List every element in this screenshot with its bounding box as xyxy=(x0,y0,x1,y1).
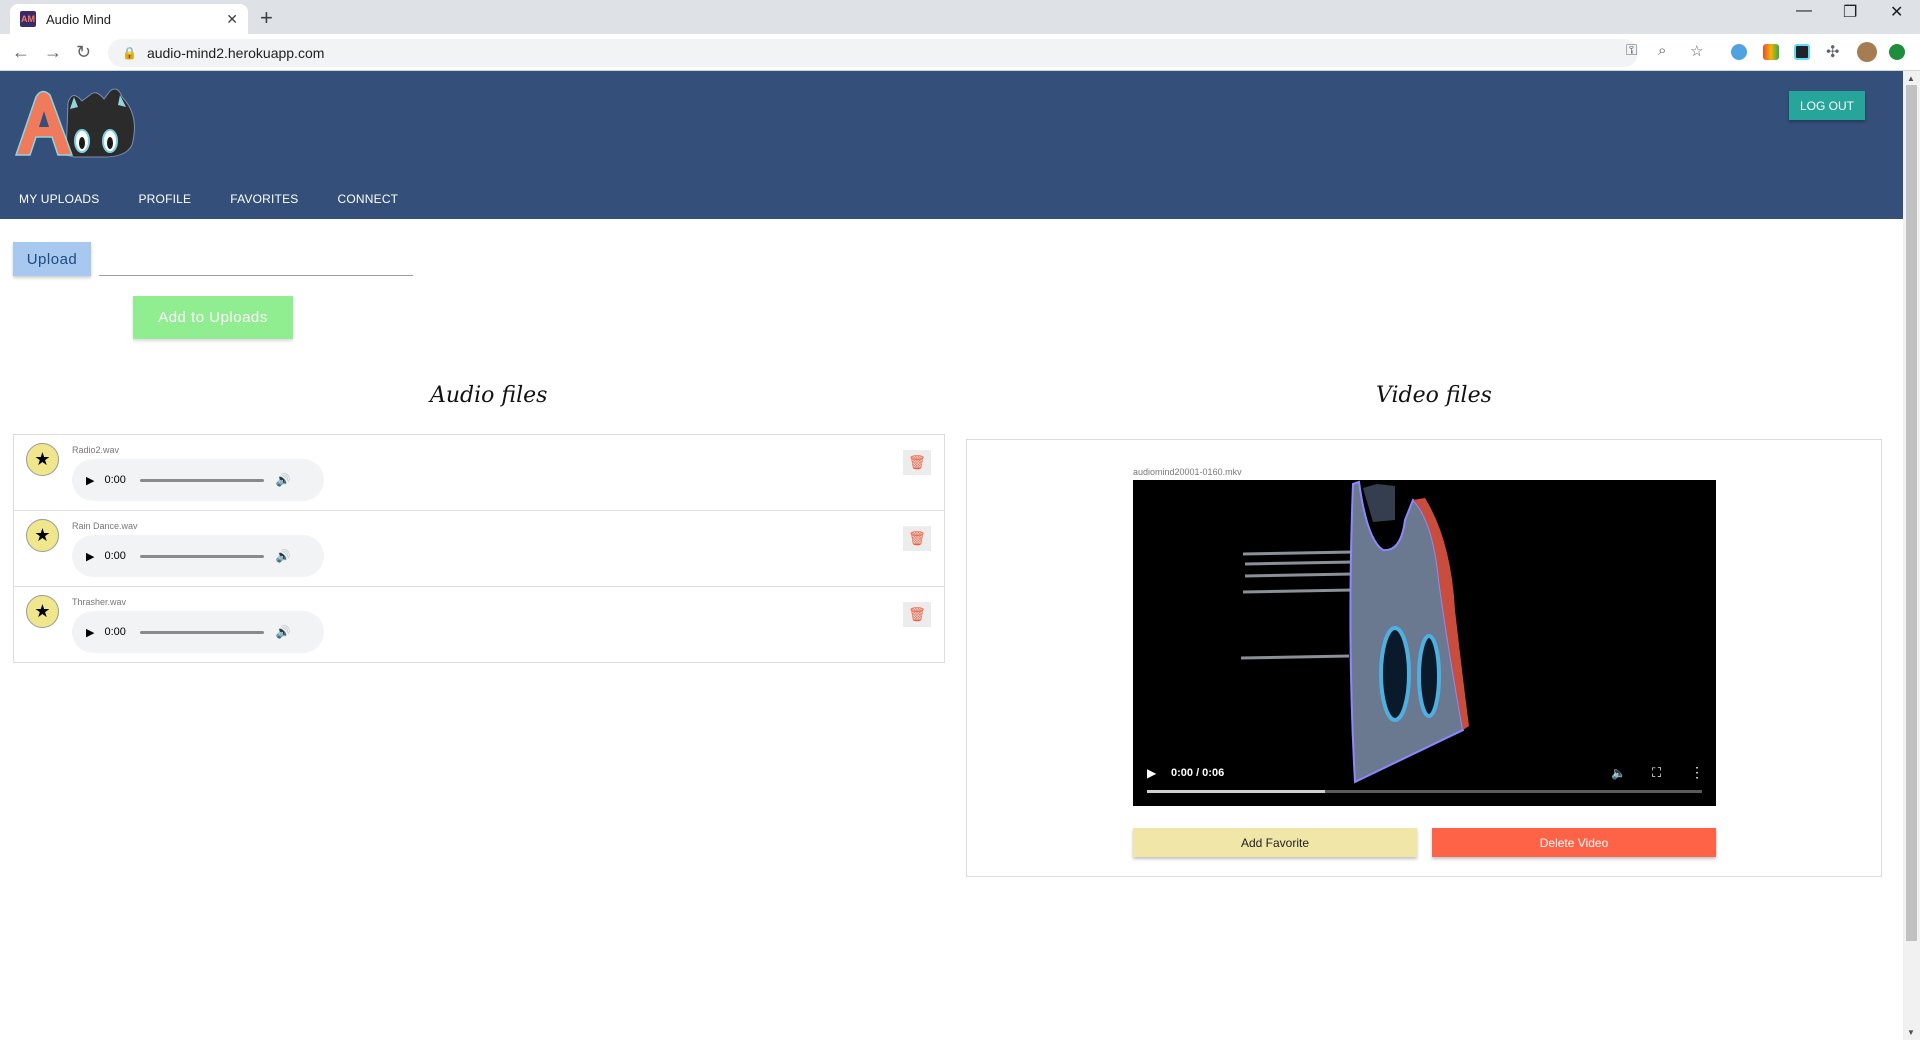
video-controls: ▶ 0:00 / 0:06 🔈 ⛶ ⋮ xyxy=(1133,756,1716,806)
audio-mind-logo[interactable] xyxy=(14,85,142,159)
video-play-icon[interactable]: ▶ xyxy=(1147,766,1156,780)
video-mute-icon[interactable]: 🔈 xyxy=(1611,766,1626,780)
reload-icon[interactable]: ↻ xyxy=(76,42,91,63)
upload-file-button[interactable]: Upload xyxy=(13,242,91,276)
tab-close-icon[interactable]: ✕ xyxy=(226,11,238,28)
video-files-heading: Video files xyxy=(1376,383,1492,408)
trash-icon: 🗑 xyxy=(908,454,926,470)
nav-connect[interactable]: CONNECT xyxy=(337,192,398,206)
favorite-star-button[interactable]: ★ xyxy=(26,443,59,476)
app-header: LOG OUT MY UPLOADS PROFILE FAVORITES CON… xyxy=(0,71,1903,219)
profile-avatar[interactable] xyxy=(1857,42,1877,62)
audio-seek-bar[interactable] xyxy=(139,478,264,482)
browser-tab[interactable]: AM Audio Mind ✕ xyxy=(10,4,248,34)
forward-icon[interactable]: → xyxy=(44,42,62,63)
audio-file-name: Radio2.wav xyxy=(72,445,120,455)
favicon-icon: AM xyxy=(20,11,36,27)
scroll-up-icon[interactable]: ▲ xyxy=(1907,74,1915,83)
scrollbar-thumb[interactable] xyxy=(1906,85,1917,941)
url-text: audio-mind2.herokuapp.com xyxy=(146,45,325,61)
restore-button[interactable]: ❐ xyxy=(1843,2,1857,22)
audio-files-heading: Audio files xyxy=(430,383,548,408)
back-icon[interactable]: ← xyxy=(12,42,30,63)
video-buffer-fill xyxy=(1147,790,1325,793)
video-player[interactable]: ▶ 0:00 / 0:06 🔈 ⛶ ⋮ xyxy=(1133,480,1716,806)
audio-player[interactable]: ▶ 0:00 🔊 xyxy=(72,459,324,501)
volume-icon[interactable]: 🔊 xyxy=(276,549,291,563)
audio-time: 0:00 xyxy=(104,474,126,486)
fullscreen-icon[interactable]: ⛶ xyxy=(1652,765,1661,781)
lock-icon: 🔒 xyxy=(122,46,137,60)
extension-cloud-icon[interactable] xyxy=(1731,44,1747,60)
video-time: 0:00 / 0:06 xyxy=(1171,767,1225,779)
delete-video-button[interactable]: Delete Video xyxy=(1432,828,1716,857)
add-favorite-button[interactable]: Add Favorite xyxy=(1133,828,1417,857)
file-path-input[interactable] xyxy=(99,275,413,276)
favorite-star-button[interactable]: ★ xyxy=(26,519,59,552)
zoom-icon[interactable]: ⌕ xyxy=(1658,42,1666,59)
nav-my-uploads[interactable]: MY UPLOADS xyxy=(19,192,99,206)
update-icon[interactable] xyxy=(1889,44,1905,60)
audio-file-name: Thrasher.wav xyxy=(72,597,127,607)
nav-favorites[interactable]: FAVORITES xyxy=(230,192,298,206)
audio-seek-bar[interactable] xyxy=(139,554,264,558)
video-progress-bar[interactable] xyxy=(1147,790,1702,793)
audio-item: ★ Radio2.wav ▶ 0:00 🔊 🗑 xyxy=(14,435,944,511)
delete-audio-button[interactable]: 🗑 xyxy=(903,602,931,627)
video-card: audiomind20001-0160.mkv ▶ 0:00 / 0:06 🔈 … xyxy=(966,439,1882,877)
browser-tab-bar: AM Audio Mind ✕ + — ❐ ✕ xyxy=(0,0,1920,34)
delete-audio-button[interactable]: 🗑 xyxy=(903,450,931,475)
audio-file-name: Rain Dance.wav xyxy=(72,521,138,531)
audio-seek-bar[interactable] xyxy=(139,630,264,634)
new-tab-button[interactable]: + xyxy=(260,5,273,31)
volume-icon[interactable]: 🔊 xyxy=(276,473,291,487)
scroll-down-icon[interactable]: ▼ xyxy=(1907,1028,1915,1037)
audio-list: ★ Radio2.wav ▶ 0:00 🔊 🗑 ★ Rain Dance.wav… xyxy=(13,434,945,663)
address-bar-row: ← → ↻ 🔒 audio-mind2.herokuapp.com ⚿ ⌕ ☆ … xyxy=(0,34,1920,71)
play-icon[interactable]: ▶ xyxy=(86,626,94,639)
add-to-uploads-button[interactable]: Add to Uploads xyxy=(133,296,293,339)
star-icon: ★ xyxy=(34,525,51,545)
star-icon: ★ xyxy=(34,449,51,469)
delete-audio-button[interactable]: 🗑 xyxy=(903,526,931,551)
nav-profile[interactable]: PROFILE xyxy=(138,192,191,206)
volume-icon[interactable]: 🔊 xyxy=(276,625,291,639)
minimize-button[interactable]: — xyxy=(1796,2,1812,20)
more-options-icon[interactable]: ⋮ xyxy=(1690,764,1704,781)
trash-icon: 🗑 xyxy=(908,606,926,622)
video-file-name: audiomind20001-0160.mkv xyxy=(1133,467,1242,477)
extensions-puzzle-icon[interactable]: ✣ xyxy=(1826,42,1839,62)
play-icon[interactable]: ▶ xyxy=(86,474,94,487)
tab-title: Audio Mind xyxy=(46,11,112,27)
audio-item: ★ Thrasher.wav ▶ 0:00 🔊 🗑 xyxy=(14,587,944,663)
trash-icon: 🗑 xyxy=(908,530,926,546)
main-nav: MY UPLOADS PROFILE FAVORITES CONNECT xyxy=(19,192,437,206)
logout-button[interactable]: LOG OUT xyxy=(1789,91,1865,120)
favorite-star-button[interactable]: ★ xyxy=(26,595,59,628)
close-window-button[interactable]: ✕ xyxy=(1890,2,1903,22)
audio-player[interactable]: ▶ 0:00 🔊 xyxy=(72,611,324,653)
key-icon[interactable]: ⚿ xyxy=(1626,42,1637,59)
extension-rainbow-icon[interactable] xyxy=(1763,44,1779,60)
star-icon: ★ xyxy=(34,601,51,621)
page-scrollbar[interactable]: ▲ ▼ xyxy=(1903,71,1920,1040)
url-field[interactable]: 🔒 audio-mind2.herokuapp.com xyxy=(108,39,1638,67)
audio-player[interactable]: ▶ 0:00 🔊 xyxy=(72,535,324,577)
page: LOG OUT MY UPLOADS PROFILE FAVORITES CON… xyxy=(0,71,1903,1040)
audio-time: 0:00 xyxy=(104,626,126,638)
audio-time: 0:00 xyxy=(104,550,126,562)
extension-react-icon[interactable] xyxy=(1794,44,1810,60)
audio-item: ★ Rain Dance.wav ▶ 0:00 🔊 🗑 xyxy=(14,511,944,587)
bookmark-star-icon[interactable]: ☆ xyxy=(1690,42,1703,60)
play-icon[interactable]: ▶ xyxy=(86,550,94,563)
